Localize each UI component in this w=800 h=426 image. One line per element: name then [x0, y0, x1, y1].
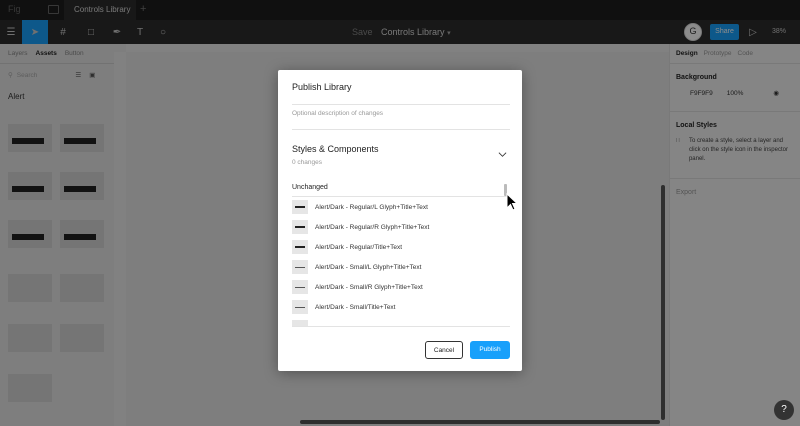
change-count: 0 changes	[292, 159, 322, 166]
list-item-label: Alert/Dark - Small/R Glyph+Title+Text	[315, 283, 423, 291]
chevron-down-icon[interactable]	[498, 150, 507, 159]
component-icon	[292, 320, 308, 326]
list-item[interactable]: Alert/Dark - Regular/R Glyph+Title+Text	[292, 217, 510, 237]
component-icon	[292, 220, 308, 234]
help-button[interactable]: ?	[774, 400, 794, 420]
list-item[interactable]: Alert/Dark - Small/L Glyph+Title+Text	[292, 257, 510, 277]
mouse-cursor-icon	[506, 193, 518, 211]
list-item-label: Alert/Dark - Regular/L Glyph+Title+Text	[315, 203, 428, 211]
publish-library-dialog: Publish Library Optional description of …	[278, 70, 522, 371]
dialog-title: Publish Library	[292, 82, 352, 92]
list-item-label: Alert/Dark - Regular/R Glyph+Title+Text	[315, 223, 430, 231]
component-list: Alert/Dark - Regular/L Glyph+Title+Text …	[292, 196, 510, 327]
list-item[interactable]: Alert/Dark - Regular/L Glyph+Title+Text	[292, 197, 510, 217]
list-item[interactable]: Alert/Dark - Small/R Glyph+Title+Text	[292, 277, 510, 297]
component-icon	[292, 260, 308, 274]
component-icon	[292, 280, 308, 294]
unchanged-label: Unchanged	[292, 184, 328, 191]
cancel-button[interactable]: Cancel	[425, 341, 463, 359]
styles-components-title: Styles & Components	[292, 144, 379, 154]
component-icon	[292, 300, 308, 314]
list-item[interactable]: Alert/Dark - Regular/Title+Text	[292, 237, 510, 257]
list-item[interactable]	[292, 317, 510, 326]
description-placeholder: Optional description of changes	[292, 110, 384, 117]
description-input[interactable]: Optional description of changes	[292, 104, 510, 130]
list-item-label: Alert/Dark - Regular/Title+Text	[315, 243, 402, 251]
list-item-label: Alert/Dark - Small/L Glyph+Title+Text	[315, 263, 422, 271]
list-item-label: Alert/Dark - Small/Title+Text	[315, 303, 396, 311]
component-icon	[292, 240, 308, 254]
list-item[interactable]: Alert/Dark - Small/Title+Text	[292, 297, 510, 317]
component-icon	[292, 200, 308, 214]
publish-button[interactable]: Publish	[470, 341, 510, 359]
